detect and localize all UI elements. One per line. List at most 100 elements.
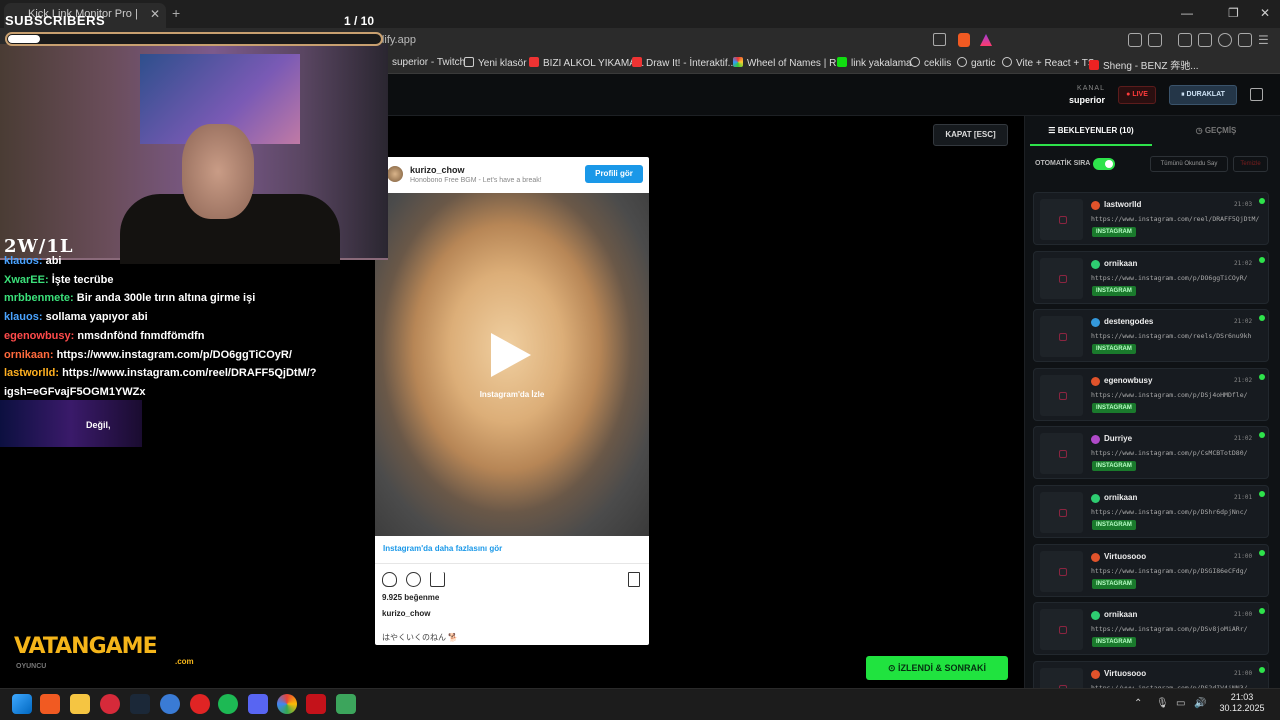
app-icon[interactable] xyxy=(336,694,356,714)
brave-icon[interactable] xyxy=(40,694,60,714)
heart-icon[interactable] xyxy=(382,572,397,587)
new-tab-icon[interactable]: + xyxy=(172,5,180,21)
tab-close-icon[interactable]: ✕ xyxy=(150,7,160,21)
bookmark-item[interactable]: cekilis xyxy=(910,57,951,69)
queue-url[interactable]: https://www.instagram.com/p/DSGI86eCFdg/ xyxy=(1091,567,1264,575)
queue-card[interactable]: ornikaan 21:01 https://www.instagram.com/p… xyxy=(1033,485,1269,538)
vpn-icon[interactable] xyxy=(1238,33,1252,47)
see-more-link[interactable]: Instagram'da daha fazlasını gör xyxy=(383,544,502,553)
queue-url[interactable]: https://www.instagram.com/reel/DRAFF5QjD… xyxy=(1091,215,1264,223)
app-icon[interactable] xyxy=(306,694,326,714)
avatar[interactable] xyxy=(387,166,403,182)
bookmark-item[interactable]: Sheng - BENZ 奔驰... xyxy=(1089,57,1199,72)
bookmark-item[interactable]: Draw It! - İnteraktif... xyxy=(632,57,736,69)
queue-time: 21:02 xyxy=(1234,376,1253,384)
queue-card[interactable]: egenowbusy 21:02 https://www.instagram.com… xyxy=(1033,367,1269,421)
share-icon[interactable] xyxy=(933,33,946,46)
bookmark-item[interactable]: Wheel of Names | R... xyxy=(733,57,845,69)
platform-badge: INSTAGRAM xyxy=(1092,578,1136,589)
queue-card[interactable]: lastworlld 21:03 https://www.instagram.com… xyxy=(1033,192,1269,245)
maximize-icon[interactable]: ❐ xyxy=(1228,6,1239,20)
queue-card[interactable]: ornikaan 21:00 https://www.instagram.com/p… xyxy=(1033,602,1269,656)
divider xyxy=(375,563,649,564)
queue-card[interactable]: destengodes 21:02 https://www.instagram.co… xyxy=(1033,309,1269,363)
queue-card[interactable]: Virtuosooo 21:00 https://www.instagram.com… xyxy=(1033,543,1269,597)
app-icon[interactable] xyxy=(160,694,180,714)
close-viewer-button[interactable]: KAPAT [ESC] xyxy=(933,124,1008,146)
streamer-face xyxy=(182,124,254,219)
bookmark-item[interactable]: gartic xyxy=(957,57,995,69)
chat-message: egenowbusy: nmsdnfönd fnmdfömdfn xyxy=(4,330,204,342)
comment-icon[interactable] xyxy=(406,572,421,587)
live-button[interactable]: ● LIVE xyxy=(1118,86,1156,104)
clock[interactable]: 21:03 30.12.2025 xyxy=(1212,692,1272,714)
app-icon[interactable] xyxy=(190,694,210,714)
status-dot xyxy=(1259,549,1265,556)
tab-history[interactable]: ◷ GEÇMİŞ xyxy=(1155,118,1277,146)
bookmark-item[interactable]: link yakalama xyxy=(837,57,912,69)
caption-username[interactable]: kurizo_chow xyxy=(382,609,430,618)
chat-text: https://www.instagram.com/p/DO6ggTiCOyR/ xyxy=(56,348,292,361)
queue-time: 21:02 xyxy=(1234,435,1253,443)
queue-card[interactable]: Durriye 21:02 https://www.instagram.com/p/… xyxy=(1033,426,1269,480)
queue-time: 21:03 xyxy=(1234,201,1253,208)
leo-icon[interactable] xyxy=(1218,33,1232,47)
watch-on-instagram-label[interactable]: Instagram'da İzle xyxy=(375,390,649,399)
bookmark-icon[interactable] xyxy=(628,572,640,587)
chrome-icon[interactable] xyxy=(277,694,297,714)
user-badge-icon xyxy=(1091,552,1100,562)
chat-message: klauos: abi xyxy=(4,255,61,267)
file-explorer-icon[interactable] xyxy=(70,694,90,714)
youtube-icon xyxy=(1089,60,1099,70)
bookmark-item[interactable]: superior - Twitch xyxy=(392,57,465,68)
queue-url[interactable]: https://www.instagram.com/p/DSv8joMiARr/ xyxy=(1091,625,1264,633)
auto-queue-toggle[interactable] xyxy=(1093,158,1115,170)
mic-icon[interactable]: 🎙 xyxy=(1156,698,1169,709)
discord-icon[interactable] xyxy=(248,694,268,714)
screenshot-icon[interactable] xyxy=(1148,33,1162,47)
queue-url[interactable]: https://www.instagram.com/p/DShr6dpjNnc/ xyxy=(1091,508,1264,516)
bookmark-item[interactable]: Yeni klasör xyxy=(464,57,527,69)
extensions-icon[interactable] xyxy=(1128,33,1142,47)
queue-user: destengodes xyxy=(1104,317,1154,327)
video-player[interactable]: Instagram'da İzle xyxy=(375,193,649,536)
view-profile-button[interactable]: Profili gör xyxy=(585,165,643,183)
steam-icon[interactable] xyxy=(130,694,150,714)
like-count: 9.925 beğenme xyxy=(382,593,440,602)
app-icon[interactable] xyxy=(100,694,120,714)
tab-waiting[interactable]: ☰ BEKLEYENLER (10) xyxy=(1030,118,1152,146)
window-close-icon[interactable]: ✕ xyxy=(1260,6,1270,20)
queue-url[interactable]: https://www.instagram.com/p/CsMCBTotD80/ xyxy=(1091,449,1264,457)
status-dot xyxy=(1259,432,1265,439)
popout-icon[interactable] xyxy=(1250,88,1263,101)
chat-user: ornikaan: xyxy=(4,348,54,361)
share-icon[interactable] xyxy=(430,572,445,587)
chat-user: XwarEE: xyxy=(4,273,49,286)
watched-next-button[interactable]: ⊙ İZLENDİ & SONRAKİ xyxy=(866,656,1008,680)
bookmark-item[interactable]: Vite + React + TS xyxy=(1002,57,1095,69)
auto-queue-label: OTOMATİK SIRA xyxy=(1035,160,1091,167)
volume-icon[interactable]: 🔊 xyxy=(1194,698,1206,709)
play-icon[interactable] xyxy=(491,333,531,377)
queue-url[interactable]: https://www.instagram.com/p/DO6ggTiCOyR/ xyxy=(1091,274,1264,282)
minimize-icon[interactable]: — xyxy=(1181,6,1193,20)
user-badge-icon xyxy=(1091,259,1100,269)
menu-icon[interactable]: ☰ xyxy=(1258,33,1272,47)
pause-button[interactable]: ⏸ DURAKLAT xyxy=(1169,85,1237,105)
brave-shield-icon[interactable] xyxy=(958,33,970,47)
start-icon[interactable] xyxy=(12,694,32,714)
wallet-icon[interactable] xyxy=(1198,33,1212,47)
clear-button[interactable]: Temizle xyxy=(1233,156,1268,172)
ig-username[interactable]: kurizo_chow xyxy=(410,165,465,175)
sidebar-icon[interactable] xyxy=(1178,33,1192,47)
queue-card[interactable]: ornikaan 21:02 https://www.instagram.com/p… xyxy=(1033,250,1269,304)
caption-text: はやくいくのねん 🐕 xyxy=(382,633,459,642)
queue-url[interactable]: https://www.instagram.com/reels/DSr6nu9k… xyxy=(1091,332,1264,340)
network-icon[interactable]: ▭ xyxy=(1176,698,1185,709)
queue-url[interactable]: https://www.instagram.com/p/DSj4oHMDfle/ xyxy=(1091,391,1264,399)
mark-all-read-button[interactable]: Tümünü Okundu Say xyxy=(1150,156,1228,172)
bookmark-item[interactable]: BIZI ALKOL YIKAMA... xyxy=(529,57,644,69)
spotify-icon[interactable] xyxy=(218,694,238,714)
tray-chevron-icon[interactable]: ⌃ xyxy=(1134,698,1142,709)
chat-message: igsh=eGFvajF5OGM1YWZx xyxy=(4,386,146,398)
